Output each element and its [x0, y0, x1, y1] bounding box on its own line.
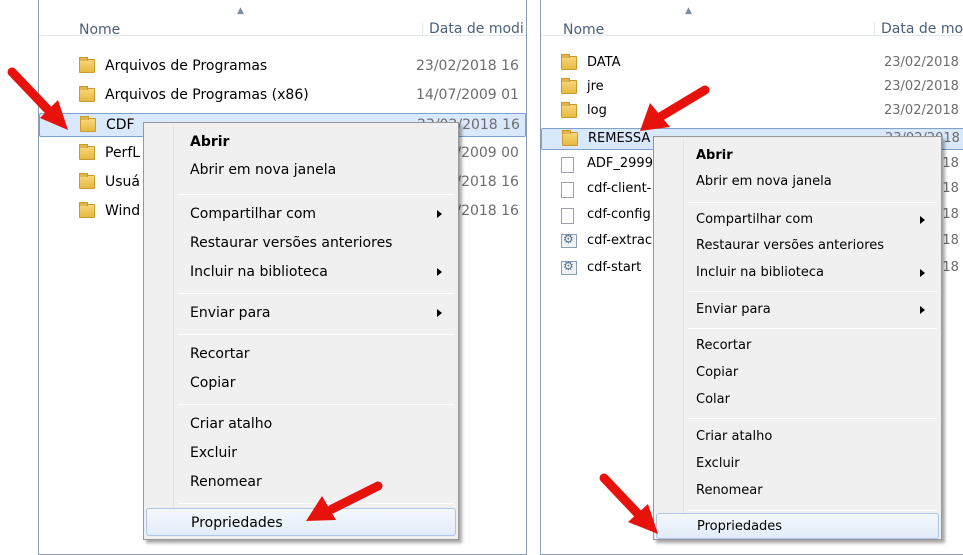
red-arrow-icon	[306, 481, 383, 521]
red-arrow-icon	[7, 67, 68, 130]
red-arrow-icon	[640, 85, 710, 131]
red-arrow-icon	[599, 473, 658, 534]
annotation-arrows	[7, 67, 710, 534]
